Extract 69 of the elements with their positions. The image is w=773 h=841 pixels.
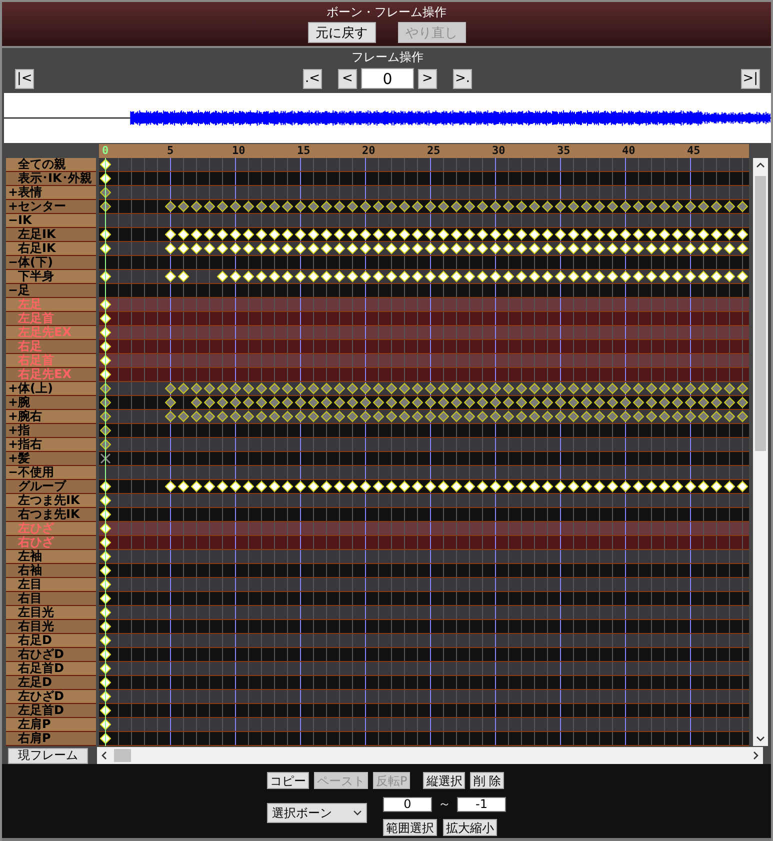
bone-group-label[interactable]: +腕 <box>6 396 96 410</box>
bone-label[interactable]: 右目光 <box>6 620 96 634</box>
frame-number: 5 <box>167 144 174 158</box>
bone-label[interactable]: 右つま先IK <box>6 508 96 522</box>
previous-keyframe-button[interactable]: .< <box>302 68 322 88</box>
next-keyframe-button[interactable]: >. <box>453 68 472 88</box>
bone-group-label[interactable]: +指右 <box>6 438 96 452</box>
bone-label[interactable]: 左足IK <box>6 228 96 242</box>
bone-group-label[interactable]: +髪 <box>6 452 96 466</box>
range-end-field[interactable]: -1 <box>457 796 506 812</box>
panel-title: ボーン・フレーム操作 <box>326 5 446 19</box>
bone-label[interactable]: 全ての親 <box>6 158 96 172</box>
bone-label[interactable]: 左ひざD <box>6 690 96 704</box>
frame-number: 20 <box>362 144 376 158</box>
bone-group-label[interactable]: +表情 <box>6 186 96 200</box>
bone-group-label[interactable]: +指 <box>6 424 96 438</box>
bone-label[interactable]: 左肩P <box>6 718 96 732</box>
bone-select-dropdown[interactable]: 選択ボーン <box>267 803 367 823</box>
delete-button[interactable]: 削 除 <box>470 772 504 789</box>
bone-label[interactable]: グルーブ <box>6 480 96 494</box>
frame-number: 40 <box>622 144 636 158</box>
scrollbar-thumb[interactable] <box>755 176 766 451</box>
previous-frame-button[interactable]: < <box>338 68 357 88</box>
bone-label[interactable]: 右肩P <box>6 732 96 746</box>
vertical-scrollbar[interactable] <box>753 158 768 746</box>
scale-button[interactable]: 拡大縮小 <box>443 819 497 836</box>
bone-group-label[interactable]: +腕右 <box>6 410 96 424</box>
frame-number-field[interactable]: 0 <box>361 68 414 89</box>
panel-title: フレーム操作 <box>352 50 424 64</box>
bone-label[interactable]: 右目 <box>6 592 96 606</box>
bone-label[interactable]: 左足首D <box>6 704 96 718</box>
bone-group-label[interactable]: +センター <box>6 200 96 214</box>
bone-label[interactable]: 左袖 <box>6 550 96 564</box>
next-frame-button[interactable]: > <box>418 68 437 88</box>
bone-label[interactable]: 表示･IK･外親 <box>6 172 96 186</box>
bone-label[interactable]: 左目 <box>6 578 96 592</box>
last-frame-button[interactable]: >| <box>740 68 760 88</box>
bone-label[interactable]: 右足首D <box>6 662 96 676</box>
frame-number: 25 <box>427 144 440 158</box>
bone-group-label[interactable]: +体(上) <box>6 382 96 396</box>
bone-label[interactable]: 左目光 <box>6 606 96 620</box>
bone-label[interactable]: 下半身 <box>6 270 96 284</box>
bone-label[interactable]: 右足D <box>6 634 96 648</box>
current-frame-button[interactable]: 現フレーム <box>8 748 88 764</box>
frame-number: 10 <box>232 144 246 158</box>
bone-label[interactable]: 右ひざD <box>6 648 96 662</box>
range-select-button[interactable]: 範囲選択 <box>383 819 437 836</box>
copy-button[interactable]: コピー <box>267 772 309 789</box>
scrollbar-thumb[interactable] <box>114 749 131 762</box>
bone-group-label[interactable]: −足 <box>6 284 96 298</box>
bone-label[interactable]: 右袖 <box>6 564 96 578</box>
frame-number: 45 <box>687 144 700 158</box>
range-start-field[interactable]: 0 <box>383 796 432 812</box>
range-separator: ～ <box>438 796 451 813</box>
bone-label[interactable]: 左つま先IK <box>6 494 96 508</box>
frame-number: 30 <box>492 144 506 158</box>
bone-group-label[interactable]: −体(下) <box>6 256 96 270</box>
bone-group-label[interactable]: −不使用 <box>6 466 96 480</box>
bone-label[interactable]: 右足IK <box>6 242 96 256</box>
frame-number: 35 <box>557 144 570 158</box>
frame-number: 0 <box>102 144 109 158</box>
bone-group-label[interactable]: −IK <box>6 214 96 228</box>
chevron-down-icon <box>353 810 362 816</box>
horizontal-scrollbar[interactable] <box>97 747 763 764</box>
undo-button[interactable]: 元に戻す <box>308 22 376 43</box>
vertical-select-button[interactable]: 縦選択 <box>423 772 466 789</box>
first-frame-button[interactable]: |< <box>15 68 34 88</box>
frame-number: 15 <box>297 144 310 158</box>
bone-label[interactable]: 左足D <box>6 676 96 690</box>
